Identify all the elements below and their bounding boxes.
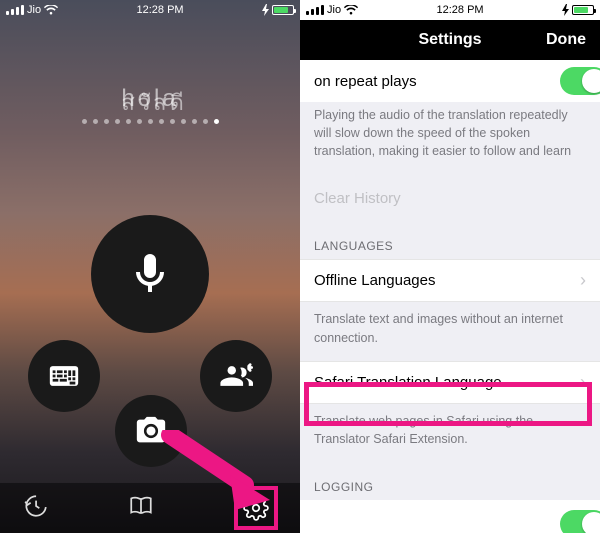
wifi-icon <box>44 5 58 15</box>
repeat-plays-toggle[interactable] <box>560 67 600 95</box>
bolt-icon <box>262 4 269 16</box>
phrasebook-button[interactable] <box>128 493 154 524</box>
logging-section-header: LOGGING <box>300 462 600 500</box>
carrier-label: Jio <box>27 4 41 16</box>
greeting-overlay-text: สวัสดี <box>121 85 178 120</box>
settings-scroll[interactable]: on repeat plays Playing the audio of the… <box>300 60 600 533</box>
status-bar: Jio 12:28 PM <box>0 0 300 20</box>
safari-translation-label: Safari Translation Language <box>314 374 502 391</box>
chevron-right-icon: › <box>580 270 586 291</box>
done-button[interactable]: Done <box>530 31 600 49</box>
settings-navbar: Settings Done <box>300 20 600 60</box>
mic-button[interactable] <box>91 215 209 333</box>
mic-icon <box>126 250 174 298</box>
safari-translation-row[interactable]: Safari Translation Language › <box>300 361 600 404</box>
offline-languages-label: Offline Languages <box>314 272 436 289</box>
clock-label: 12:28 PM <box>436 4 483 16</box>
battery-icon <box>572 5 594 15</box>
signal-icon <box>6 5 24 15</box>
gear-icon <box>243 495 269 521</box>
clock-label: 12:28 PM <box>136 4 183 16</box>
translator-home-screen: Jio 12:28 PM hola สวัสดี <box>0 0 300 533</box>
languages-section-header: LANGUAGES <box>300 221 600 259</box>
safari-translation-desc: Translate web pages in Safari using the … <box>300 404 600 462</box>
repeat-plays-desc: Playing the audio of the translation rep… <box>300 102 600 174</box>
conversation-icon <box>219 359 253 393</box>
battery-icon <box>272 5 294 15</box>
nav-title: Settings <box>370 31 530 49</box>
offline-languages-row[interactable]: Offline Languages › <box>300 259 600 302</box>
history-button[interactable] <box>22 493 48 524</box>
carrier-label: Jio <box>327 4 341 16</box>
logging-toggle[interactable] <box>560 510 600 533</box>
offline-languages-desc: Translate text and images without an int… <box>300 302 600 360</box>
logging-row[interactable] <box>300 500 600 533</box>
clear-history-button[interactable]: Clear History <box>300 174 600 221</box>
keyboard-icon <box>47 359 81 393</box>
book-icon <box>128 493 154 519</box>
history-icon <box>22 493 48 519</box>
keyboard-button[interactable] <box>28 340 100 412</box>
settings-button[interactable] <box>234 486 278 530</box>
chevron-right-icon: › <box>580 372 586 393</box>
conversation-button[interactable] <box>200 340 272 412</box>
repeat-plays-label: on repeat plays <box>314 73 417 90</box>
camera-button[interactable] <box>115 395 187 467</box>
wifi-icon <box>344 5 358 15</box>
bottom-bar <box>0 483 300 533</box>
signal-icon <box>306 5 324 15</box>
status-bar: Jio 12:28 PM <box>300 0 600 20</box>
settings-screen: Jio 12:28 PM Settings Done on repeat pla… <box>300 0 600 533</box>
camera-icon <box>134 414 168 448</box>
bolt-icon <box>562 4 569 16</box>
greeting-carousel[interactable]: hola สวัสดี <box>0 85 300 124</box>
repeat-plays-row[interactable]: on repeat plays <box>300 60 600 102</box>
